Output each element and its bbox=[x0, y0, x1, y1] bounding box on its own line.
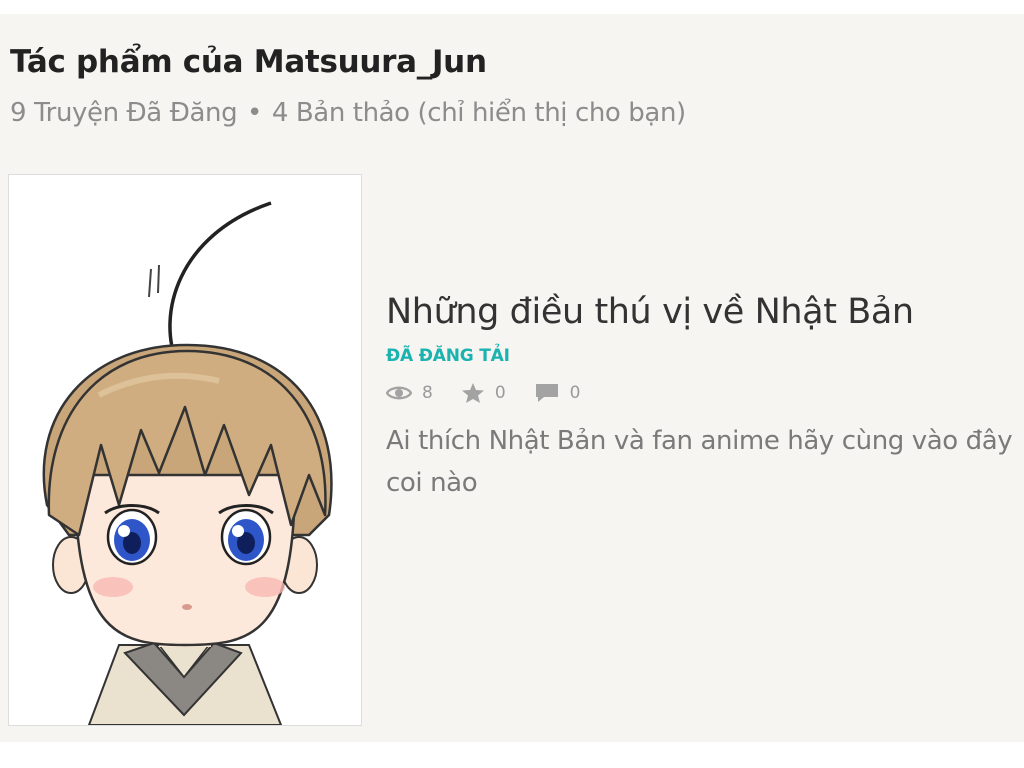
story-card[interactable]: Những điều thú vị về Nhật Bản ĐÃ ĐĂNG TẢ… bbox=[8, 174, 1018, 726]
views-stat: 8 bbox=[386, 383, 433, 403]
votes-stat: 0 bbox=[461, 382, 506, 404]
drafts-count: 4 Bản thảo (chỉ hiển thị cho bạn) bbox=[271, 98, 686, 128]
comment-icon bbox=[535, 384, 558, 402]
story-title[interactable]: Những điều thú vị về Nhật Bản bbox=[386, 292, 1018, 332]
eye-icon bbox=[386, 386, 412, 400]
story-cover[interactable] bbox=[8, 174, 362, 726]
section-title: Tác phẩm của Matsuura_Jun bbox=[10, 44, 487, 80]
meta-separator: • bbox=[247, 98, 262, 128]
section-meta: 9 Truyện Đã Đăng • 4 Bản thảo (chỉ hiển … bbox=[10, 98, 686, 128]
story-info: Những điều thú vị về Nhật Bản ĐÃ ĐĂNG TẢ… bbox=[386, 292, 1018, 504]
comments-stat: 0 bbox=[534, 382, 581, 404]
views-count: 8 bbox=[422, 383, 433, 403]
star-icon bbox=[461, 383, 484, 403]
comments-count: 0 bbox=[569, 383, 581, 403]
cover-illustration bbox=[9, 175, 361, 725]
story-description: Ai thích Nhật Bản và fan anime hãy cùng … bbox=[386, 426, 1013, 498]
published-count: 9 Truyện Đã Đăng bbox=[10, 98, 238, 128]
story-status: ĐÃ ĐĂNG TẢI bbox=[386, 346, 510, 366]
votes-count: 0 bbox=[494, 383, 506, 403]
story-stats: 8 0 0 bbox=[386, 380, 1018, 406]
works-panel: Tác phẩm của Matsuura_Jun 9 Truyện Đã Đă… bbox=[0, 14, 1024, 742]
